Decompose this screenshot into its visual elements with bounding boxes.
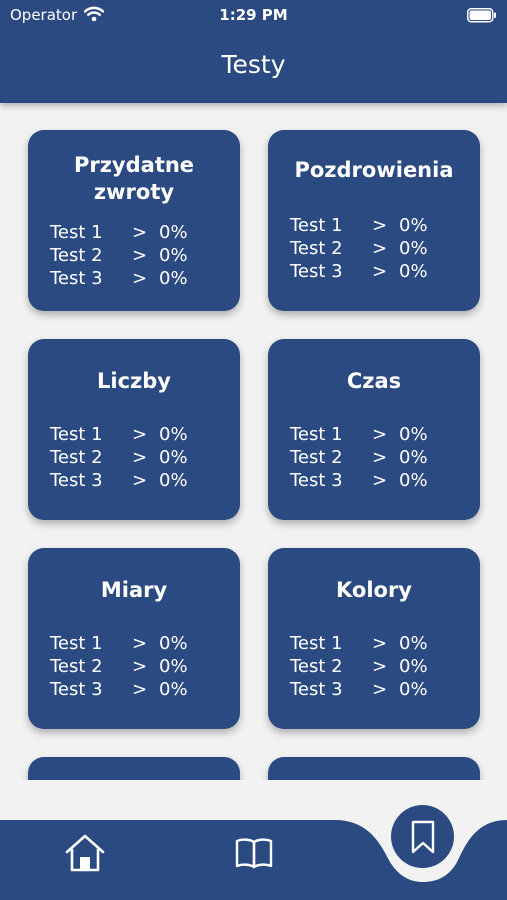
test-score: 0% (399, 656, 428, 677)
test-name: Test 3 (290, 470, 343, 491)
arrow: > (132, 245, 148, 266)
test-card-czas[interactable]: Czas Test 1 > 0% Test 2 > 0% Test 3 > 0% (268, 339, 480, 520)
test-card-kolory[interactable]: Kolory Test 1 > 0% Test 2 > 0% Test 3 > … (268, 548, 480, 729)
card-title: Czas (346, 369, 402, 393)
test-name: Test 2 (50, 447, 103, 468)
card-title: Liczby (97, 369, 171, 393)
test-score: 0% (399, 215, 428, 236)
test-score: 0% (159, 656, 188, 677)
arrow: > (372, 447, 388, 468)
test-score: 0% (159, 679, 188, 700)
test-name: Test 3 (50, 679, 103, 700)
test-card-przydatne-zwroty[interactable]: Przydatne zwroty Test 1 > 0% Test 2 > 0%… (28, 130, 240, 311)
test-score: 0% (159, 222, 188, 243)
nav-home-button[interactable] (64, 833, 106, 877)
test-grid: Przydatne zwroty Test 1 > 0% Test 2 > 0%… (0, 103, 507, 780)
card-title: Kolory (335, 578, 412, 602)
test-score: 0% (399, 633, 428, 654)
arrow: > (372, 656, 388, 677)
test-score: 0% (159, 633, 188, 654)
top-bar: Operator 1:29 PM Testy (0, 0, 507, 103)
test-card-liczby[interactable]: Liczby Test 1 > 0% Test 2 > 0% Test 3 > … (28, 339, 240, 520)
test-card-partial[interactable] (28, 757, 240, 780)
nav-book-button[interactable] (234, 836, 274, 874)
nav-bookmark-button[interactable] (391, 805, 454, 868)
test-score: 0% (159, 424, 188, 445)
arrow: > (372, 633, 388, 654)
card-title: Miary (100, 578, 168, 602)
arrow: > (132, 470, 148, 491)
arrow: > (132, 633, 148, 654)
test-name: Test 2 (50, 245, 103, 266)
arrow: > (372, 470, 388, 491)
test-score: 0% (399, 470, 428, 491)
test-name: Test 3 (290, 261, 343, 282)
clock: 1:29 PM (219, 6, 288, 24)
home-icon (65, 834, 105, 872)
test-name: Test 3 (290, 679, 343, 700)
test-name: Test 1 (50, 222, 103, 243)
test-score: 0% (159, 245, 188, 266)
book-icon (235, 838, 273, 869)
test-card-miary[interactable]: Miary Test 1 > 0% Test 2 > 0% Test 3 > 0… (28, 548, 240, 729)
battery-icon (467, 8, 497, 27)
test-name: Test 1 (50, 633, 103, 654)
test-name: Test 2 (290, 447, 343, 468)
test-name: Test 1 (290, 424, 343, 445)
arrow: > (132, 447, 148, 468)
test-name: Test 2 (50, 656, 103, 677)
bookmark-icon (411, 820, 434, 853)
arrow: > (132, 656, 148, 677)
test-score: 0% (399, 679, 428, 700)
page-title: Testy (221, 50, 286, 79)
test-score: 0% (159, 447, 188, 468)
test-name: Test 1 (50, 424, 103, 445)
arrow: > (372, 679, 388, 700)
arrow: > (372, 238, 388, 259)
test-score: 0% (399, 424, 428, 445)
arrow: > (132, 424, 148, 445)
arrow: > (132, 268, 148, 289)
test-name: Test 2 (290, 656, 343, 677)
test-score: 0% (399, 447, 428, 468)
test-score: 0% (399, 238, 428, 259)
test-name: Test 3 (50, 470, 103, 491)
test-card-pozdrowienia[interactable]: Pozdrowienia Test 1 > 0% Test 2 > 0% Tes… (268, 130, 480, 311)
card-title: Pozdrowienia (294, 158, 454, 182)
test-name: Test 1 (290, 215, 343, 236)
test-name: Test 3 (50, 268, 103, 289)
arrow: > (372, 424, 388, 445)
card-title: Przydatne zwroty (73, 153, 195, 204)
arrow: > (132, 679, 148, 700)
test-score: 0% (159, 268, 188, 289)
test-card-partial[interactable] (268, 757, 480, 780)
test-name: Test 1 (290, 633, 343, 654)
status-bar: Operator 1:29 PM (0, 0, 507, 32)
test-score: 0% (399, 261, 428, 282)
arrow: > (132, 222, 148, 243)
arrow: > (372, 261, 388, 282)
test-score: 0% (159, 470, 188, 491)
arrow: > (372, 215, 388, 236)
test-name: Test 2 (290, 238, 343, 259)
